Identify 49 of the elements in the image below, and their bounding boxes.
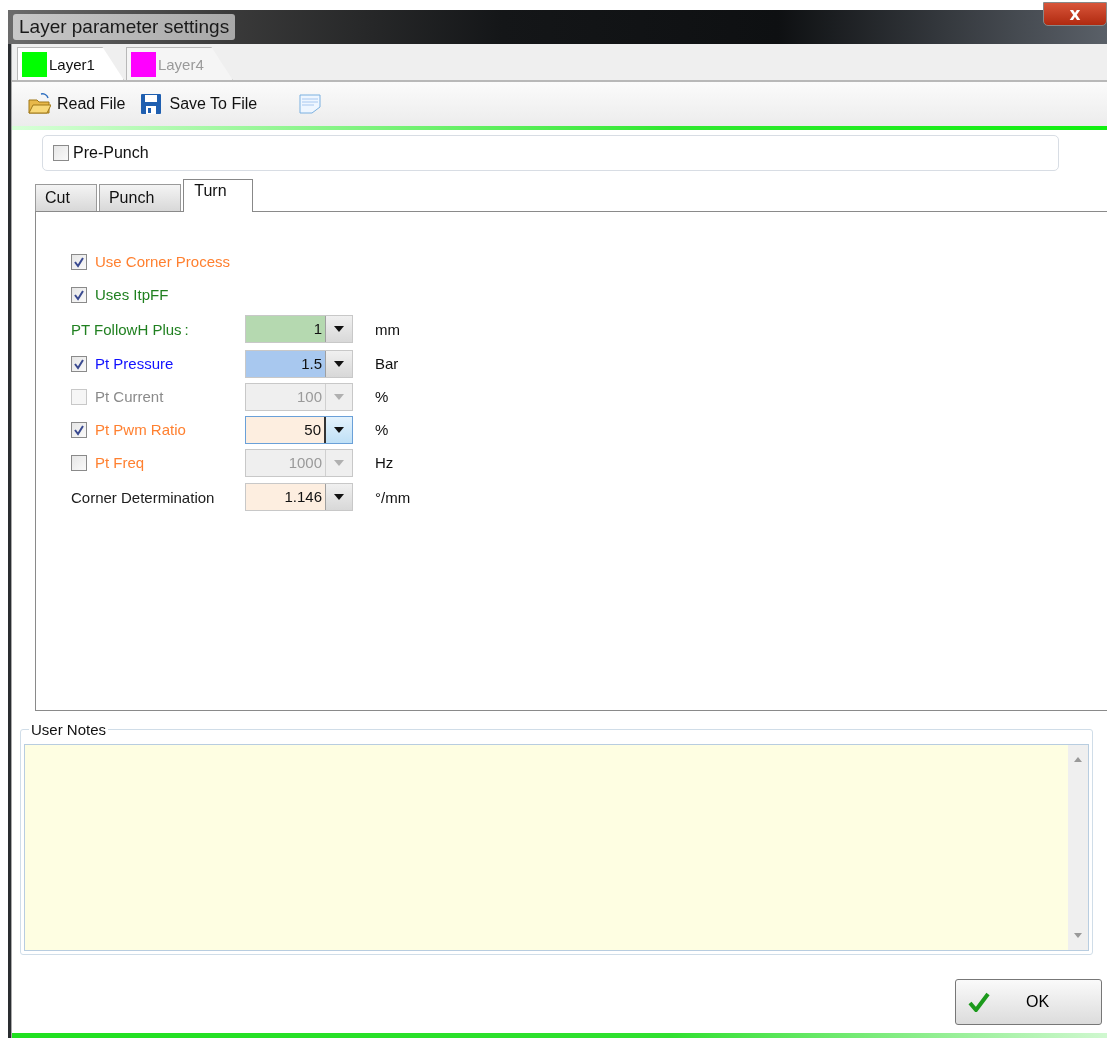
dropdown-arrow-icon (334, 360, 344, 367)
dropdown-field[interactable]: 1.146 (245, 483, 353, 511)
field-label: Corner Determination (71, 488, 216, 506)
close-button[interactable]: x (1043, 2, 1107, 26)
checkmark-icon (73, 288, 85, 301)
dropdown-field[interactable]: 1 (245, 315, 353, 343)
checkbox-label: Pre-Punch (73, 144, 149, 162)
checkbox[interactable] (71, 253, 87, 270)
scroll-up-icon (1074, 757, 1082, 762)
dropdown-arrow-icon (334, 494, 344, 500)
window-title: Layer parameter settings (13, 14, 236, 40)
folder-icon (27, 92, 51, 116)
unit-label: % (375, 388, 389, 405)
dropdown-arrow-icon (334, 426, 344, 433)
toolbar-button[interactable]: Save To File (138, 90, 259, 118)
layer-tab[interactable]: Layer1 (17, 47, 124, 80)
field-label: PT FollowH Plus : (71, 320, 190, 338)
scrollbar[interactable] (1068, 745, 1088, 950)
dropdown-field[interactable]: 1.5 (245, 349, 353, 378)
dropdown-arrow-icon (334, 393, 344, 400)
ok-button[interactable]: OK (955, 979, 1102, 1025)
checkbox[interactable] (71, 286, 87, 303)
toolbar-button[interactable]: Read File (26, 90, 127, 118)
field-label: Use Corner Process (95, 253, 232, 270)
unit-label: mm (375, 320, 400, 338)
unit-label: °/mm (375, 488, 411, 506)
field-label: Pt Current (95, 388, 165, 405)
field-label: Uses ItpFF (95, 286, 170, 303)
dropdown-arrow-icon (334, 459, 344, 466)
tab[interactable]: Cut (35, 184, 97, 211)
unit-label: Bar (375, 355, 399, 372)
tab[interactable]: Punch (98, 184, 182, 211)
field-label: Pt Pwm Ratio (95, 421, 187, 438)
unit-label: % (375, 421, 389, 438)
scroll-down-icon (1074, 933, 1082, 938)
checkmark-icon (73, 357, 85, 370)
checkbox[interactable] (71, 421, 87, 438)
pre-punch-checkbox[interactable] (53, 145, 69, 161)
field-label: Pt Pressure (95, 355, 175, 372)
checkmark-icon (73, 255, 85, 268)
tab[interactable]: Turn (183, 179, 253, 212)
checkmark-icon (73, 423, 85, 436)
checkbox[interactable] (71, 355, 87, 372)
field-label: Pt Freq (95, 454, 146, 471)
checkmark-icon (968, 992, 990, 1012)
unit-label: Hz (375, 454, 394, 471)
dropdown-arrow-icon (334, 326, 344, 332)
checkbox[interactable] (71, 454, 87, 471)
dropdown-field[interactable]: 50 (245, 415, 353, 444)
